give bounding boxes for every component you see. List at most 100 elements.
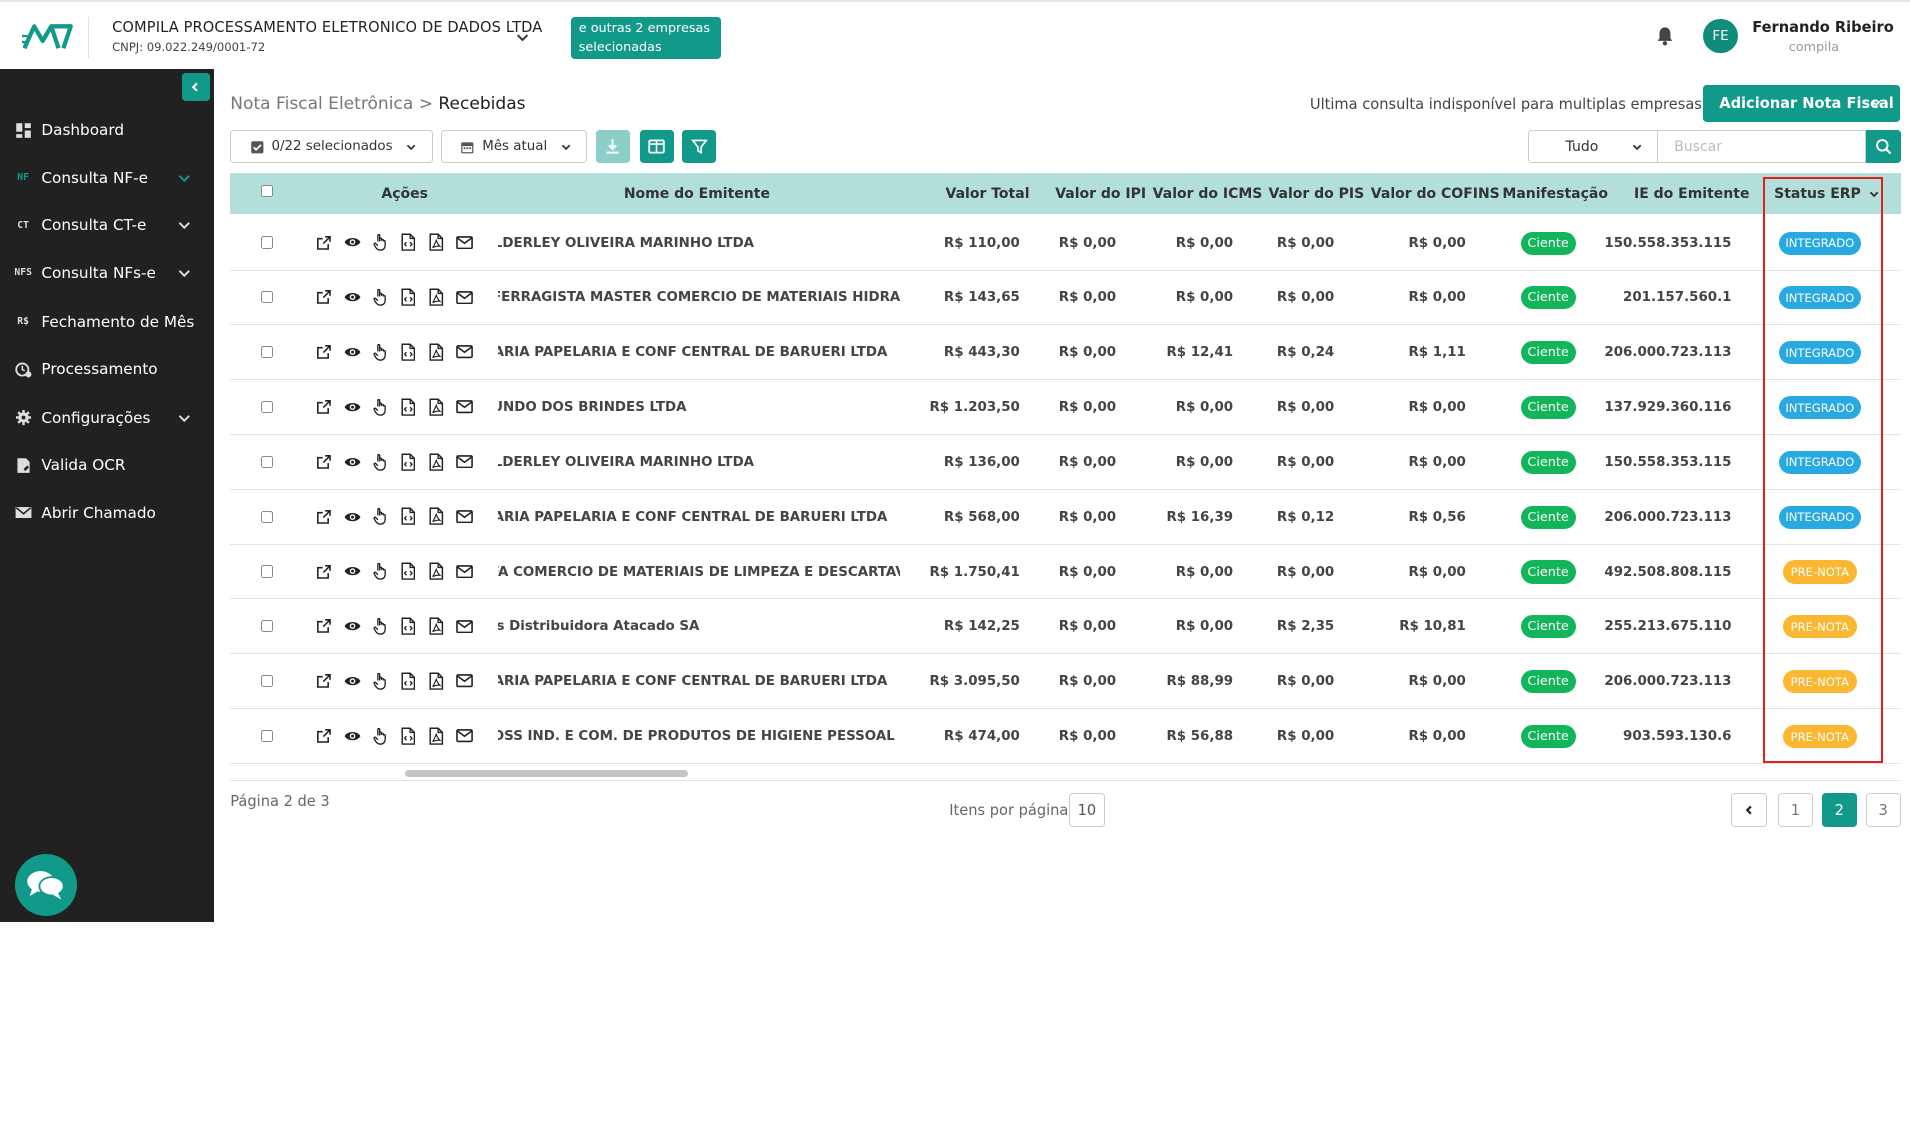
open-external-icon[interactable]	[316, 342, 333, 361]
column-header-emitente[interactable]: Nome do Emitente	[624, 173, 770, 214]
manifest-hand-icon[interactable]	[372, 617, 389, 636]
open-external-icon[interactable]	[316, 397, 333, 416]
manifest-hand-icon[interactable]	[372, 233, 389, 252]
pdf-file-icon[interactable]	[428, 233, 445, 252]
row-checkbox[interactable]	[260, 565, 273, 578]
table-row[interactable]: PAPELARIA PAPELARIA E CONF CENTRAL DE BA…	[230, 489, 1901, 545]
row-checkbox[interactable]	[260, 675, 273, 688]
support-chat-button[interactable]	[14, 854, 77, 917]
table-row[interactable]: BIOGLOSS IND. E COM. DE PRODUTOS DE HIGI…	[230, 709, 1901, 764]
pdf-file-icon[interactable]	[428, 562, 445, 581]
pagination-page-3[interactable]: 3	[1865, 793, 1901, 828]
sidebar-item-abrir-chamado[interactable]: Abrir Chamado	[0, 495, 214, 532]
table-row[interactable]: ALFA COMERCIO DE MATERIAIS DE LIMPEZA E …	[230, 544, 1901, 600]
view-eye-icon[interactable]	[344, 562, 361, 581]
row-checkbox[interactable]	[260, 620, 273, 633]
email-icon[interactable]	[455, 233, 473, 252]
pagination-page-1[interactable]: 1	[1777, 793, 1814, 828]
manifest-hand-icon[interactable]	[372, 507, 389, 526]
pdf-file-icon[interactable]	[428, 397, 445, 416]
other-companies-badge[interactable]: e outras 2 empresas selecionadas	[571, 16, 722, 60]
select-all-checkbox[interactable]	[260, 185, 273, 198]
xml-file-icon[interactable]	[400, 726, 417, 745]
email-icon[interactable]	[455, 562, 473, 581]
selection-dropdown[interactable]: 0/22 selecionados	[230, 130, 433, 164]
notification-bell-icon[interactable]	[1654, 25, 1676, 47]
xml-file-icon[interactable]	[400, 507, 417, 526]
table-row[interactable]: PAPELARIA PAPELARIA E CONF CENTRAL DE BA…	[230, 654, 1901, 710]
user-avatar[interactable]: FE	[1703, 19, 1738, 54]
manifest-hand-icon[interactable]	[372, 342, 389, 361]
column-header-valor-icms[interactable]: Valor do ICMS	[1153, 173, 1263, 214]
xml-file-icon[interactable]	[400, 397, 417, 416]
open-external-icon[interactable]	[316, 452, 333, 471]
manifest-hand-icon[interactable]	[372, 562, 389, 581]
manifest-hand-icon[interactable]	[372, 397, 389, 416]
pagination-prev-button[interactable]	[1731, 793, 1767, 828]
row-checkbox[interactable]	[260, 510, 273, 523]
table-row[interactable]: PAPELARIA PAPELARIA E CONF CENTRAL DE BA…	[230, 325, 1901, 381]
column-header-manifestacao[interactable]: Manifestação	[1502, 173, 1608, 214]
column-header-valor-cofins[interactable]: Valor do COFINS	[1371, 173, 1500, 214]
view-eye-icon[interactable]	[344, 617, 361, 636]
breadcrumb-parent[interactable]: Nota Fiscal Eletrônica	[230, 94, 413, 114]
email-icon[interactable]	[455, 288, 473, 307]
filter-button[interactable]	[682, 130, 717, 164]
open-external-icon[interactable]	[316, 233, 333, 252]
column-header-valor-total[interactable]: Valor Total	[946, 173, 1030, 214]
pdf-file-icon[interactable]	[428, 342, 445, 361]
view-eye-icon[interactable]	[344, 452, 361, 471]
company-select-chevron-icon[interactable]	[514, 29, 531, 46]
add-nota-fiscal-button[interactable]: Adicionar Nota Fiscal	[1703, 85, 1900, 122]
pdf-file-icon[interactable]	[428, 507, 445, 526]
row-checkbox[interactable]	[260, 236, 273, 249]
pdf-file-icon[interactable]	[428, 288, 445, 307]
row-checkbox[interactable]	[260, 729, 273, 743]
email-icon[interactable]	[455, 671, 473, 690]
horizontal-scrollbar-thumb[interactable]	[404, 770, 689, 778]
download-button[interactable]	[595, 130, 630, 164]
email-icon[interactable]	[455, 507, 473, 526]
xml-file-icon[interactable]	[400, 342, 417, 361]
sidebar-item-consulta-nfse[interactable]: NFS Consulta NFs-e	[0, 255, 214, 292]
sidebar-collapse-button[interactable]	[181, 73, 210, 102]
manifest-hand-icon[interactable]	[372, 671, 389, 690]
column-header-ie-emitente[interactable]: IE do Emitente	[1634, 173, 1749, 214]
manifest-hand-icon[interactable]	[372, 726, 389, 745]
sidebar-item-fechamento-mes[interactable]: R$ Fechamento de Mês	[0, 303, 214, 340]
xml-file-icon[interactable]	[400, 452, 417, 471]
sidebar-item-valida-ocr[interactable]: Valida OCR	[0, 447, 214, 484]
items-per-page-input[interactable]: 10	[1068, 793, 1106, 828]
xml-file-icon[interactable]	[400, 617, 417, 636]
manifest-hand-icon[interactable]	[372, 452, 389, 471]
open-external-icon[interactable]	[316, 562, 333, 581]
xml-file-icon[interactable]	[400, 233, 417, 252]
table-row[interactable]: Sendas Distribuidora Atacado SA R$ 142,25…	[230, 599, 1901, 655]
row-checkbox[interactable]	[260, 455, 273, 468]
table-row[interactable]: VALDERLEY OLIVEIRA MARINHO LTDA R$ 110,00…	[230, 215, 1901, 271]
table-row[interactable]: CASA FERRAGISTA MASTER COMERCIO DE MATER…	[230, 270, 1901, 326]
open-external-icon[interactable]	[316, 507, 333, 526]
view-eye-icon[interactable]	[344, 726, 361, 745]
view-eye-icon[interactable]	[344, 397, 361, 416]
xml-file-icon[interactable]	[400, 671, 417, 690]
view-eye-icon[interactable]	[344, 342, 361, 361]
open-external-icon[interactable]	[316, 617, 333, 636]
sidebar-item-consulta-cte[interactable]: CT Consulta CT-e	[0, 207, 214, 244]
row-checkbox[interactable]	[260, 400, 273, 414]
pdf-file-icon[interactable]	[428, 726, 445, 745]
pdf-file-icon[interactable]	[428, 452, 445, 471]
table-row[interactable]: VALDERLEY OLIVEIRA MARINHO LTDA R$ 136,00…	[230, 435, 1901, 490]
sidebar-item-processamento[interactable]: Processamento	[0, 351, 214, 388]
xml-file-icon[interactable]	[400, 562, 417, 581]
open-external-icon[interactable]	[316, 726, 333, 745]
view-eye-icon[interactable]	[344, 233, 361, 252]
view-eye-icon[interactable]	[344, 671, 361, 690]
email-icon[interactable]	[455, 452, 473, 471]
email-icon[interactable]	[455, 342, 473, 361]
row-checkbox[interactable]	[260, 291, 273, 304]
column-header-status-erp[interactable]: Status ERP	[1774, 173, 1880, 214]
view-eye-icon[interactable]	[344, 507, 361, 526]
pdf-file-icon[interactable]	[428, 617, 445, 636]
period-dropdown[interactable]: Mês atual	[441, 130, 588, 164]
